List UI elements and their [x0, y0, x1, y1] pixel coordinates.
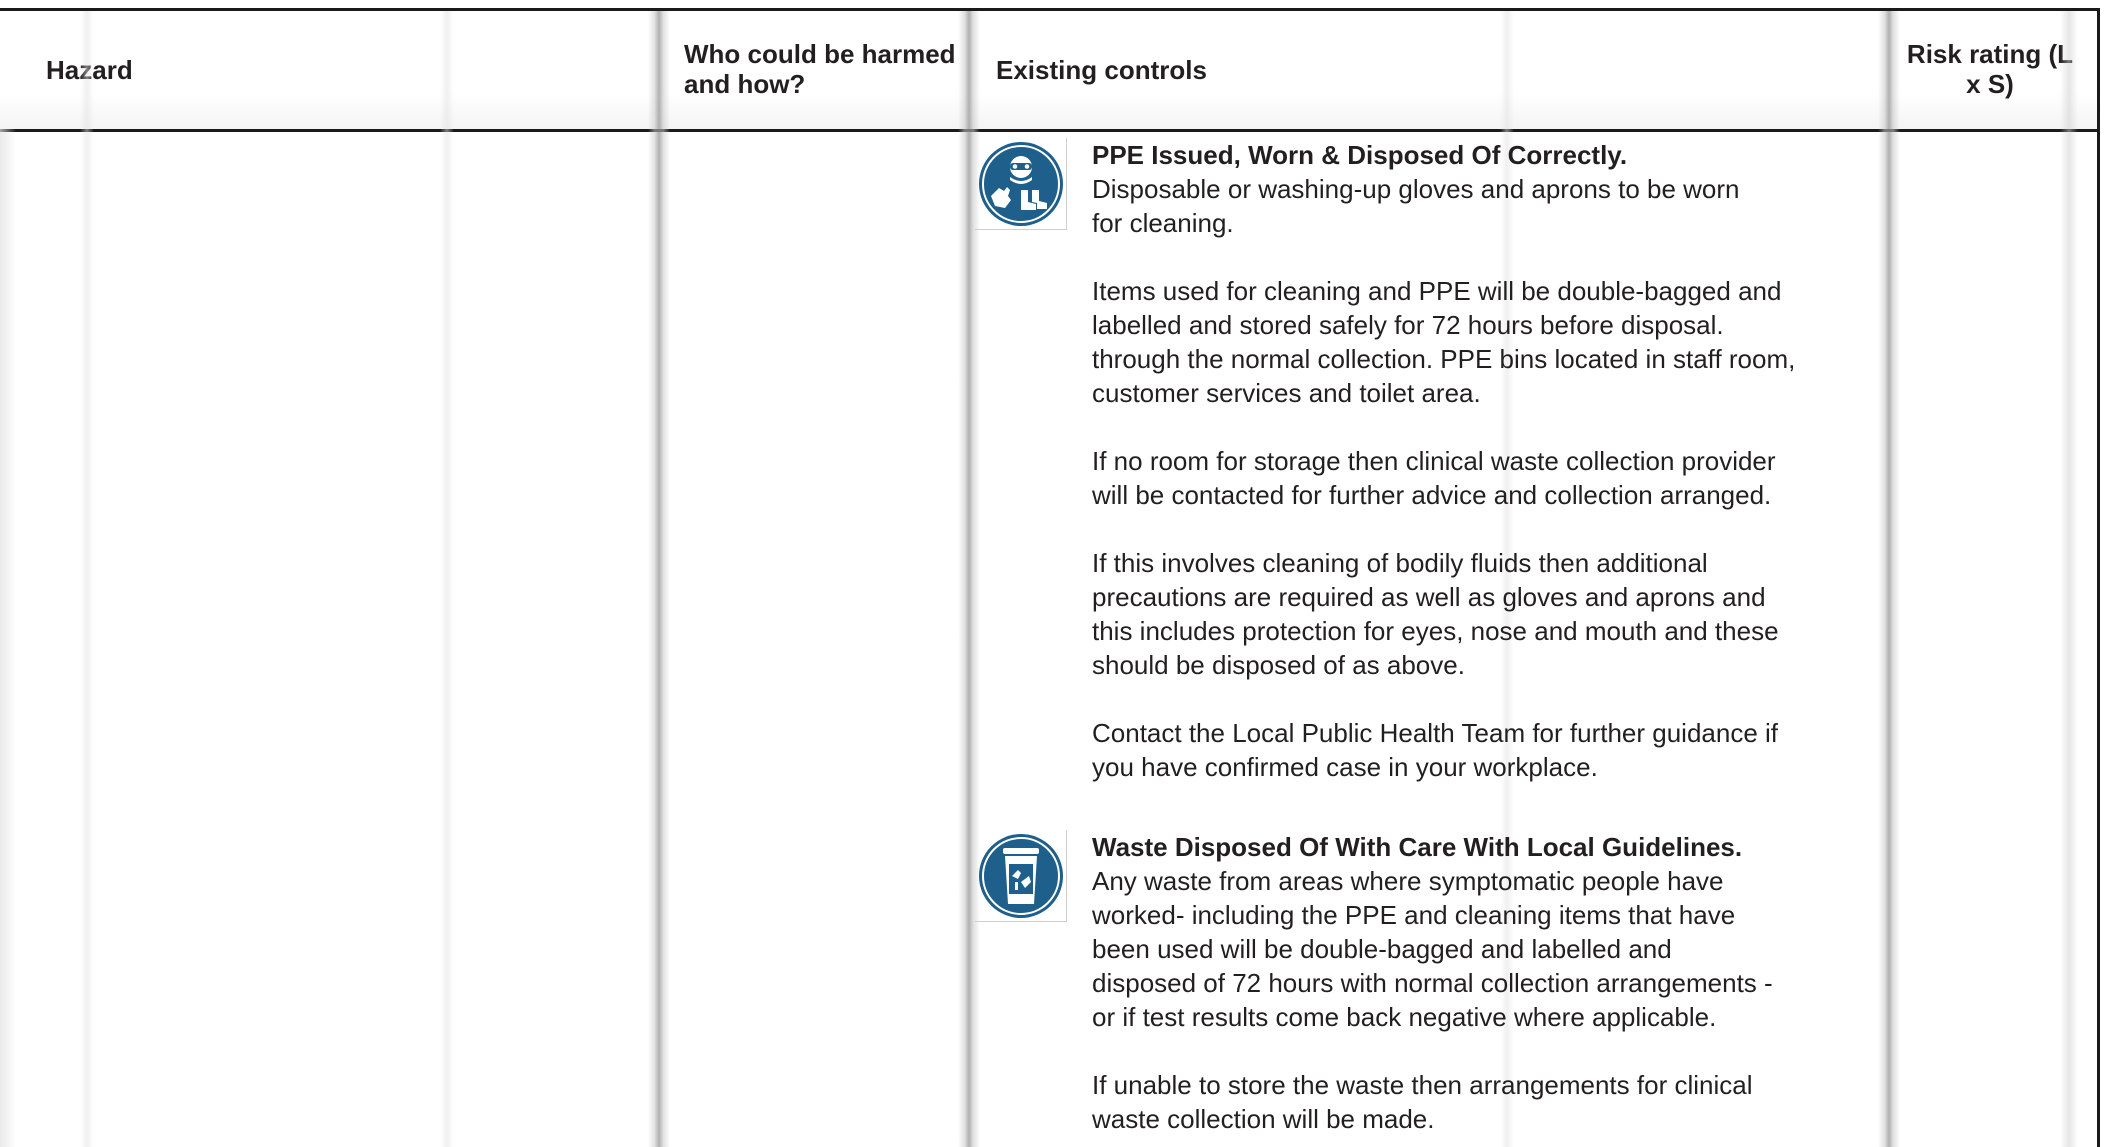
column-shade — [0, 129, 16, 1147]
header-who-could-be-harmed: Who could be harmed and how? — [684, 39, 956, 99]
control-paragraph: Disposable or washing-up gloves and apro… — [1092, 174, 1740, 238]
header-existing-controls: Existing controls — [996, 55, 1207, 85]
column-divider — [648, 11, 670, 1147]
control-text: Waste Disposed Of With Care With Local G… — [1092, 830, 1892, 1136]
column-divider — [2060, 11, 2078, 1147]
control-title: PPE Issued, Worn & Disposed Of Correctly… — [1092, 140, 1628, 170]
control-text: PPE Issued, Worn & Disposed Of Correctly… — [1092, 138, 1892, 784]
ppe-mandatory-icon — [975, 138, 1067, 230]
risk-assessment-page: Hazard Who could be harmed and how? Exis… — [0, 0, 2104, 1147]
control-paragraph: If no room for storage then clinical was… — [1092, 446, 1776, 510]
control-paragraph: If unable to store the waste then arrang… — [1092, 1070, 1753, 1134]
column-shade — [80, 11, 94, 1147]
header-risk-rating: Risk rating (L x S) — [1906, 39, 2074, 99]
control-paragraph: Items used for cleaning and PPE will be … — [1092, 276, 1796, 408]
table-header-row: Hazard Who could be harmed and how? Exis… — [0, 11, 2097, 132]
waste-bin-icon — [975, 830, 1067, 922]
column-shade — [440, 11, 454, 1147]
control-paragraph: If this involves cleaning of bodily flui… — [1092, 548, 1779, 680]
control-paragraph: Any waste from areas where symptomatic p… — [1092, 866, 1773, 1032]
control-title: Waste Disposed Of With Care With Local G… — [1092, 832, 1743, 862]
control-paragraph: Contact the Local Public Health Team for… — [1092, 718, 1779, 782]
